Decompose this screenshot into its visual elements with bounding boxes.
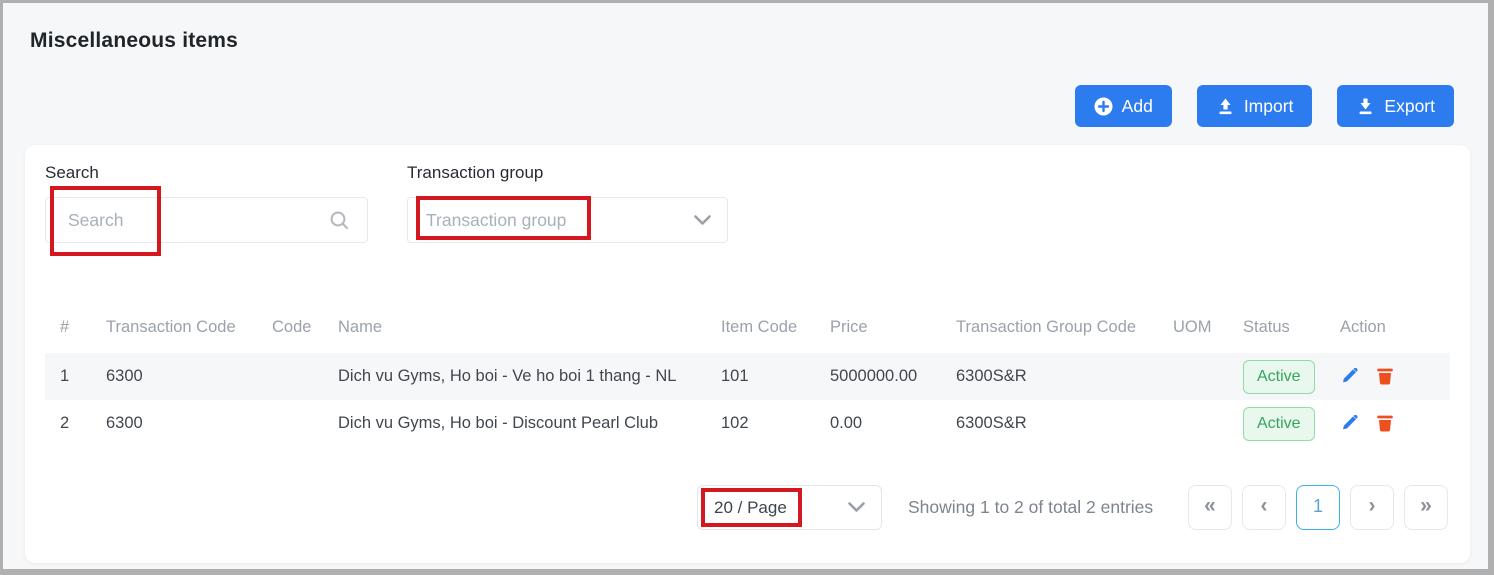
first-page-button[interactable]: « (1188, 485, 1232, 530)
cell-name: Dich vu Gyms, Ho boi - Discount Pearl Cl… (323, 400, 706, 447)
page-size-select[interactable]: 20 / Page (697, 485, 882, 530)
transaction-group-label: Transaction group (407, 163, 543, 183)
cell-transaction-code: 6300 (91, 353, 257, 400)
chevron-down-icon (848, 502, 865, 513)
add-button[interactable]: Add (1075, 85, 1172, 127)
cell-status: Active (1228, 353, 1325, 400)
cell-status: Active (1228, 400, 1325, 447)
pencil-icon (1340, 412, 1360, 435)
table-header-row: # Transaction Code Code Name Item Code P… (45, 301, 1450, 353)
page-title: Miscellaneous items (30, 29, 238, 53)
cell-name: Dich vu Gyms, Ho boi - Ve ho boi 1 thang… (323, 353, 706, 400)
cell-index: 2 (45, 400, 91, 447)
chevron-down-icon (694, 215, 711, 226)
app-window: Miscellaneous items Add Import Export Se… (0, 0, 1494, 575)
search-label: Search (45, 163, 99, 183)
cell-action (1325, 353, 1450, 400)
last-page-button[interactable]: » (1404, 485, 1448, 530)
import-button-label: Import (1244, 96, 1294, 117)
cell-item-code: 102 (706, 400, 815, 447)
edit-button[interactable] (1340, 412, 1360, 435)
cell-uom (1158, 353, 1228, 400)
plus-circle-icon (1094, 97, 1113, 116)
cell-index: 1 (45, 353, 91, 400)
cell-code (257, 400, 323, 447)
search-icon (329, 210, 367, 231)
page-1-button[interactable]: 1 (1296, 485, 1340, 530)
table-row: 2 6300 Dich vu Gyms, Ho boi - Discount P… (45, 400, 1450, 447)
table-row: 1 6300 Dich vu Gyms, Ho boi - Ve ho boi … (45, 353, 1450, 400)
items-table: # Transaction Code Code Name Item Code P… (45, 301, 1450, 447)
delete-button[interactable] (1375, 412, 1395, 436)
col-header-item-code: Item Code (706, 301, 815, 353)
upload-icon (1216, 97, 1235, 116)
toolbar: Add Import Export (1075, 85, 1454, 127)
status-badge: Active (1243, 407, 1315, 441)
edit-button[interactable] (1340, 365, 1360, 388)
cell-transaction-group-code: 6300S&R (941, 400, 1158, 447)
col-header-uom: UOM (1158, 301, 1228, 353)
search-input-wrap (45, 197, 368, 243)
col-header-transaction-code: Transaction Code (91, 301, 257, 353)
page-size-select-wrap: 20 / Page (697, 485, 882, 530)
transaction-group-placeholder: Transaction group (426, 210, 566, 231)
cell-item-code: 101 (706, 353, 815, 400)
pencil-icon (1340, 365, 1360, 388)
pager: « ‹ 1 › » (1188, 485, 1448, 530)
pagination-summary: Showing 1 to 2 of total 2 entries (908, 497, 1153, 518)
add-button-label: Add (1122, 96, 1153, 117)
col-header-index: # (45, 301, 91, 353)
trash-icon (1375, 412, 1395, 436)
prev-page-button[interactable]: ‹ (1242, 485, 1286, 530)
col-header-action: Action (1325, 301, 1450, 353)
cell-transaction-group-code: 6300S&R (941, 353, 1158, 400)
import-button[interactable]: Import (1197, 85, 1313, 127)
cell-action (1325, 400, 1450, 447)
cell-transaction-code: 6300 (91, 400, 257, 447)
cell-price: 0.00 (815, 400, 941, 447)
col-header-status: Status (1228, 301, 1325, 353)
download-icon (1356, 97, 1375, 116)
cell-code (257, 353, 323, 400)
delete-button[interactable] (1375, 365, 1395, 389)
content-card: Search Transaction group Transaction gro… (25, 145, 1470, 563)
col-header-transaction-group-code: Transaction Group Code (941, 301, 1158, 353)
trash-icon (1375, 365, 1395, 389)
col-header-name: Name (323, 301, 706, 353)
col-header-code: Code (257, 301, 323, 353)
export-button[interactable]: Export (1337, 85, 1454, 127)
cell-uom (1158, 400, 1228, 447)
cell-price: 5000000.00 (815, 353, 941, 400)
col-header-price: Price (815, 301, 941, 353)
export-button-label: Export (1384, 96, 1435, 117)
next-page-button[interactable]: › (1350, 485, 1394, 530)
transaction-group-select[interactable]: Transaction group (407, 197, 728, 243)
search-input[interactable] (46, 210, 329, 231)
page-size-value: 20 / Page (714, 498, 787, 518)
status-badge: Active (1243, 360, 1315, 394)
